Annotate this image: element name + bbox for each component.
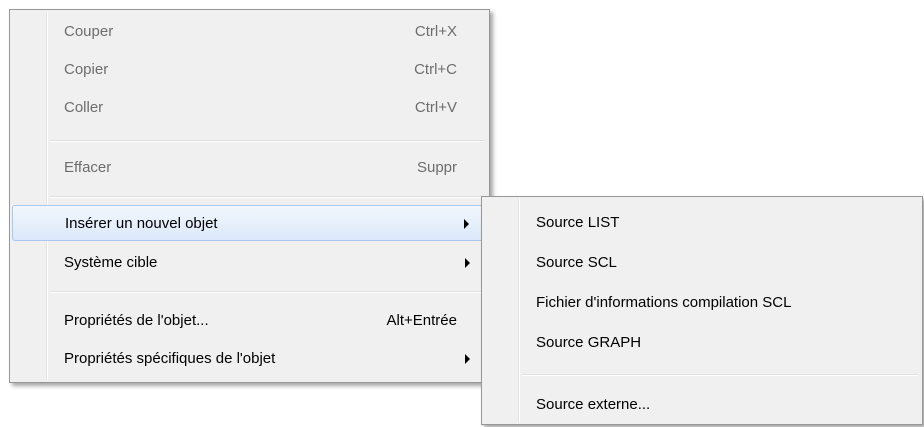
menu-item-copy[interactable]: Copier Ctrl+C [12,52,487,88]
menu-item-delete[interactable]: Effacer Suppr [12,150,487,186]
menu-item-label: Source SCL [536,254,617,271]
submenu-item-scl-compilation-info-file[interactable]: Fichier d'informations compilation SCL [484,285,920,321]
menu-item-target-system[interactable]: Système cible [12,245,487,281]
menu-item-label: Système cible [64,254,158,271]
menu-item-label: Couper [64,23,114,40]
submenu-item-source-scl[interactable]: Source SCL [484,245,920,281]
submenu-item-source-graph[interactable]: Source GRAPH [484,325,920,361]
menu-item-insert-new-object[interactable]: Insérer un nouvel objet [12,205,487,241]
menu-item-label: Source externe... [536,396,651,413]
menu-item-shortcut: Ctrl+X [414,23,457,40]
submenu-item-source-list[interactable]: Source LIST [484,205,920,241]
menu-item-shortcut: Suppr [416,159,457,176]
menu-item-label: Coller [64,99,104,116]
menu-item-cut[interactable]: Couper Ctrl+X [12,14,487,50]
menu-item-label: Effacer [64,159,112,176]
menu-item-label: Fichier d'informations compilation SCL [536,294,792,311]
menu-item-label: Propriétés spécifiques de l'objet [64,350,276,367]
menu-item-shortcut: Alt+Entrée [386,312,457,329]
menu-item-paste[interactable]: Coller Ctrl+V [12,90,487,126]
insert-object-submenu: Source LIST Source SCL Fichier d'informa… [481,196,923,425]
menu-item-label: Copier [64,61,109,78]
menu-item-label: Insérer un nouvel objet [65,215,218,232]
menu-item-object-properties[interactable]: Propriétés de l'objet... Alt+Entrée [12,303,487,339]
submenu-arrow-icon [465,258,470,268]
context-menu: Couper Ctrl+X Copier Ctrl+C Coller Ctrl+… [9,9,490,383]
menu-item-shortcut: Ctrl+V [414,99,457,116]
menu-item-label: Propriétés de l'objet... [64,312,209,329]
menu-item-label: Source GRAPH [536,334,642,351]
menu-separator [50,140,485,142]
menu-separator [50,291,485,293]
menu-item-specific-object-properties[interactable]: Propriétés spécifiques de l'objet [12,341,487,377]
menu-separator [522,374,918,376]
submenu-item-external-source[interactable]: Source externe... [484,387,920,423]
submenu-arrow-icon [464,219,469,229]
menu-item-label: Source LIST [536,214,620,231]
submenu-arrow-icon [465,354,470,364]
menu-item-shortcut: Ctrl+C [414,61,457,78]
menu-separator [50,196,485,198]
